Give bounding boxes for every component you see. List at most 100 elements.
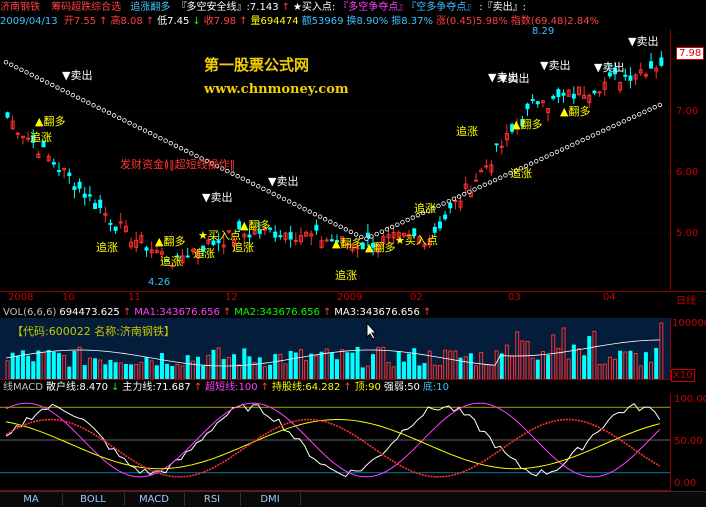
macd-indicator-item: ↓: [110, 382, 120, 393]
safety-line-dot: [436, 203, 441, 209]
signal-label: 追涨: [160, 254, 182, 268]
safety-line-dot: [343, 227, 348, 232]
indicator-name: 筹码超跌综合选: [51, 2, 122, 13]
safety-line-dot: [44, 80, 50, 85]
safety-line-dot: [34, 75, 40, 80]
volume-indicator-item: ↑: [422, 307, 432, 318]
signal-label: 追涨: [96, 240, 118, 254]
macd-indicator-item: 散户线:8.470: [45, 382, 108, 393]
stock-info-label: 【代码:600022 名称:济南钢铁】: [12, 325, 175, 338]
candle-body: [494, 143, 499, 146]
safety-line-dot: [312, 211, 318, 217]
volume-indicator-item: ↑: [322, 307, 332, 318]
indicator-tab-bar: MA BOLL MACD RSI DMI: [0, 491, 706, 507]
macd-y-100: 100.00: [674, 394, 706, 405]
signal-label: ▲翻多: [512, 117, 542, 131]
macd-panel-frame: [0, 393, 671, 491]
candle-body: [314, 224, 319, 231]
candlestick-chart[interactable]: ▼卖出▲翻多追涨追涨 ▲翻多追涨追涨★买入点▼卖出追涨▲翻多▼卖出追涨▲翻多 ▲翻多…: [0, 29, 671, 292]
safety-line-dot: [503, 173, 508, 178]
candle-body: [474, 179, 479, 182]
volume-indicator-item: VOL(6,6,6): [3, 307, 57, 318]
safety-line-dot: [261, 186, 266, 192]
safety-line-dot: [384, 227, 390, 232]
candle-body: [443, 214, 448, 220]
safety-line-dot: [271, 191, 276, 197]
safety-line-dot: [642, 109, 647, 115]
safety-line-dot: [19, 67, 24, 72]
candle-body: [51, 162, 56, 165]
safety-line-dot: [173, 143, 179, 148]
safety-line-dot: [75, 95, 81, 100]
header-indicator-item: 『多空争夺点』: [338, 2, 409, 13]
quote-item: 振8.37%: [391, 16, 434, 27]
tab-boll[interactable]: BOLL: [62, 493, 125, 506]
quote-item: ↑: [145, 16, 155, 27]
quote-item: ↑: [99, 16, 108, 27]
safety-line-dot: [333, 222, 338, 227]
header-indicator-item: ★买入点:: [292, 2, 336, 13]
safety-line-dot: [14, 65, 19, 70]
price-axis: [670, 29, 706, 292]
candle-body: [649, 61, 654, 69]
candle-body: [278, 235, 283, 238]
tab-macd[interactable]: MACD: [124, 493, 185, 506]
safety-line-dot: [281, 196, 287, 202]
candle-body: [535, 101, 540, 105]
tab-dmi[interactable]: DMI: [240, 493, 301, 506]
safety-line-dot: [65, 90, 70, 95]
safety-line-dot: [323, 217, 328, 222]
safety-line-dot: [245, 179, 251, 184]
header-line-1: 济南钢铁 筹码超跌综合选 追涨翻多 『多空安全线』:7.143 ↑ ★买入点: 『多空…: [0, 0, 706, 15]
safety-line-dot: [338, 224, 343, 230]
safety-line-dot: [153, 133, 158, 138]
safety-line-dot: [564, 144, 570, 150]
safety-line-dot: [451, 196, 457, 202]
period-label[interactable]: 日线: [676, 292, 696, 307]
candle-body: [93, 202, 98, 210]
candle-body: [556, 89, 561, 98]
quote-date: 2009/04/13: [0, 16, 58, 27]
safety-line-dot: [117, 115, 122, 121]
candle-body: [525, 103, 530, 110]
safety-line-dot: [369, 234, 374, 239]
date-label: 03: [508, 292, 521, 303]
candle-body: [437, 221, 442, 229]
candle-body: [597, 91, 602, 94]
safety-line-dot: [348, 229, 354, 235]
quote-item: 开7.55: [63, 16, 97, 27]
safety-line-dot: [405, 217, 410, 223]
safety-line-dot: [307, 209, 312, 214]
macd-indicator-item: 底:10: [422, 382, 450, 393]
candle-body: [67, 172, 72, 177]
safety-line-dot: [487, 180, 493, 185]
safety-line-dot: [606, 126, 611, 131]
safety-line-dot: [91, 103, 96, 108]
safety-line-dot: [647, 107, 652, 112]
signal-label: ▲翻多: [332, 236, 362, 250]
safety-line-dot: [101, 108, 107, 113]
safety-line-dot: [8, 62, 14, 67]
safety-line-dot: [472, 187, 477, 192]
macd-indicator-item: 强弱:50: [383, 382, 420, 393]
safety-line-dot: [379, 229, 385, 234]
candle-body: [247, 234, 252, 238]
tab-rsi[interactable]: RSI: [184, 493, 241, 506]
candle-body: [432, 226, 437, 233]
safety-line-dot: [601, 128, 606, 133]
candle-body: [628, 75, 633, 81]
safety-line-dot: [50, 82, 55, 88]
macd-indicator-item: ↑: [343, 382, 352, 393]
safety-line-dot: [168, 141, 173, 146]
tab-ma[interactable]: MA: [0, 493, 63, 506]
candle-body: [273, 231, 278, 238]
candle-body: [72, 186, 77, 190]
safety-line-dot: [389, 224, 395, 230]
quote-item: 高8.08: [110, 16, 143, 27]
header-line-2: 2009/04/13 开7.55 ↑ 高8.08 ↑ 低7.45 ↓ 收7.98 ↑ 量6944…: [0, 14, 706, 29]
safety-line-dot: [554, 149, 560, 155]
macd-y-0: 0.00: [674, 478, 697, 489]
quote-item: ↓: [192, 16, 201, 27]
safety-line-dot: [559, 147, 565, 152]
candle-body: [551, 95, 556, 99]
